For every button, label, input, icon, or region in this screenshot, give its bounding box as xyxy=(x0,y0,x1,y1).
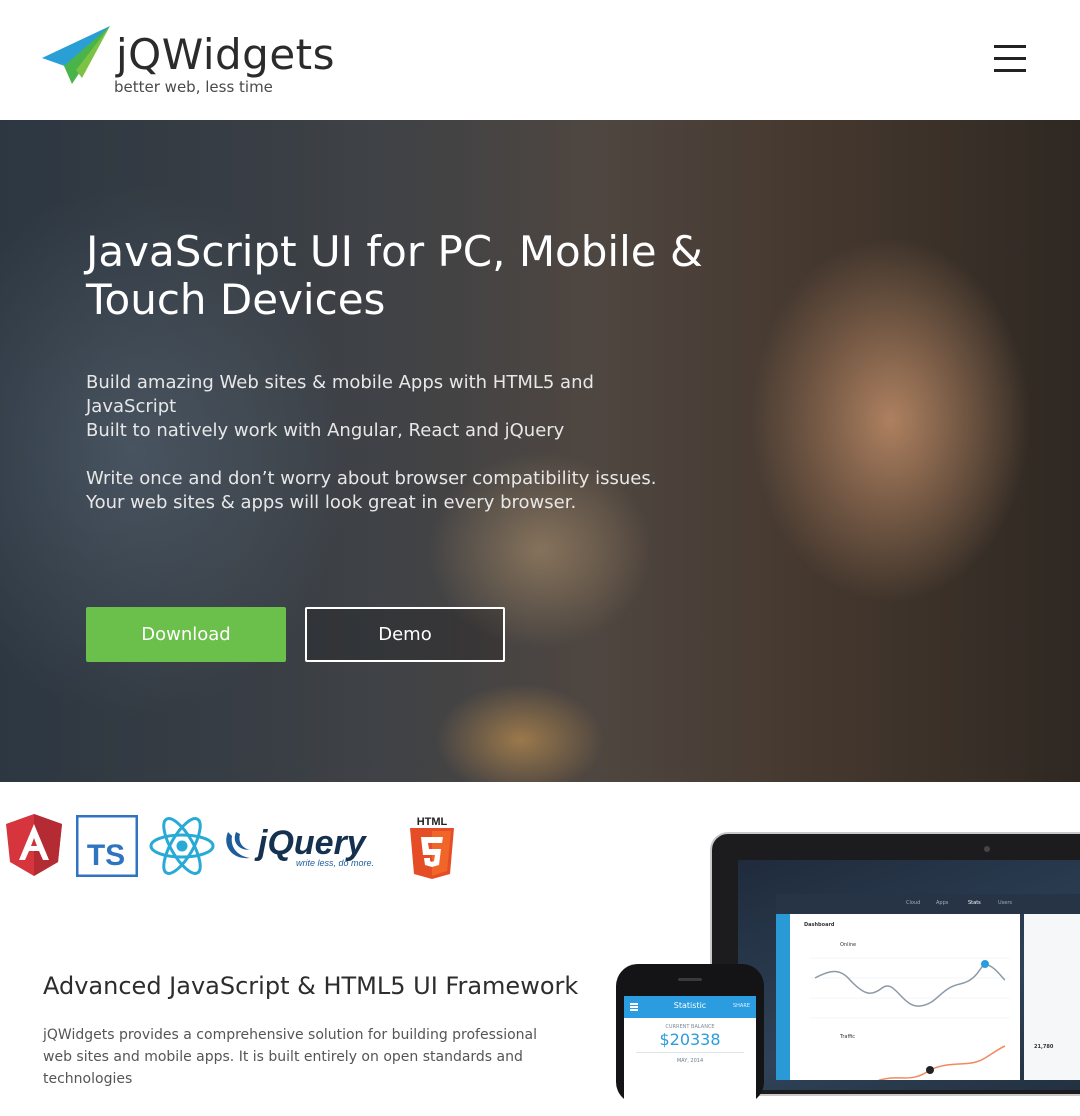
balance-value: $20338 xyxy=(659,1030,721,1049)
dashboard-stats-panel: 21,780 xyxy=(1024,914,1080,1080)
phone-speaker xyxy=(678,978,702,981)
download-button[interactable]: Download xyxy=(86,607,286,662)
hero-overlay xyxy=(0,120,1080,782)
hero-banner: JavaScript UI for PC, Mobile & Touch Dev… xyxy=(0,120,1080,782)
hero-line-1: Build amazing Web sites & mobile Apps wi… xyxy=(86,372,594,417)
stats-value: 21,780 xyxy=(1034,1044,1054,1050)
online-line-chart xyxy=(810,957,1010,1019)
hero-line-2: Built to natively work with Angular, Rea… xyxy=(86,420,565,441)
phone-app-bar: Statistic SHARE xyxy=(624,996,756,1018)
dashboard-preview: Cloud Apps Stats Users Dashboard Online … xyxy=(736,858,1080,1080)
brand-name[interactable]: jQWidgets xyxy=(116,30,335,80)
dashboard-tab: Apps xyxy=(936,900,949,906)
phone-share: SHARE xyxy=(733,1003,750,1009)
balance-date: MAY, 2014 xyxy=(676,1058,704,1064)
camera-dot xyxy=(984,846,990,852)
section-title: Advanced JavaScript & HTML5 UI Framework xyxy=(43,972,579,1000)
hero-title: JavaScript UI for PC, Mobile & Touch Dev… xyxy=(86,227,703,324)
html5-logo-icon: HTML xyxy=(410,816,454,879)
paper-plane-logo-icon[interactable] xyxy=(42,26,114,84)
dashboard-chart-panel: Dashboard Online Traffic xyxy=(790,914,1020,1080)
html5-logo-text: HTML xyxy=(417,816,448,828)
site-header: jQWidgets better web, less time xyxy=(0,0,1080,120)
jquery-logo-icon: jQuery write less, do more. xyxy=(226,824,374,868)
dashboard-tab: Stats xyxy=(968,900,981,906)
dashboard-title: Dashboard xyxy=(804,922,835,928)
typescript-logo-icon: TS xyxy=(76,815,138,877)
section-body: jQWidgets provides a comprehensive solut… xyxy=(43,1027,537,1087)
hamburger-menu-icon[interactable] xyxy=(992,45,1028,73)
phone-mockup: Statistic SHARE CURRENT BALANCE $20338 M… xyxy=(616,964,764,1116)
divider xyxy=(636,1052,744,1053)
dashboard-sidebar xyxy=(776,914,790,1080)
dashboard-tab: Users xyxy=(998,900,1013,906)
react-logo-icon xyxy=(149,817,215,875)
demo-button[interactable]: Demo xyxy=(305,607,505,662)
dashboard-topbar: Cloud Apps Stats Users xyxy=(776,894,1080,914)
jquery-wordmark: jQuery xyxy=(254,824,368,862)
dashboard-tab: Cloud xyxy=(906,900,921,906)
traffic-line-chart xyxy=(877,1045,1006,1080)
jquery-slogan: write less, do more. xyxy=(296,858,374,868)
phone-screen: Statistic SHARE CURRENT BALANCE $20338 M… xyxy=(624,996,756,1116)
brand-tagline: better web, less time xyxy=(114,78,273,96)
hero-line-3: Write once and don’t worry about browser… xyxy=(86,468,657,513)
angular-logo-icon xyxy=(6,814,62,876)
typescript-logo-text: TS xyxy=(87,839,125,872)
